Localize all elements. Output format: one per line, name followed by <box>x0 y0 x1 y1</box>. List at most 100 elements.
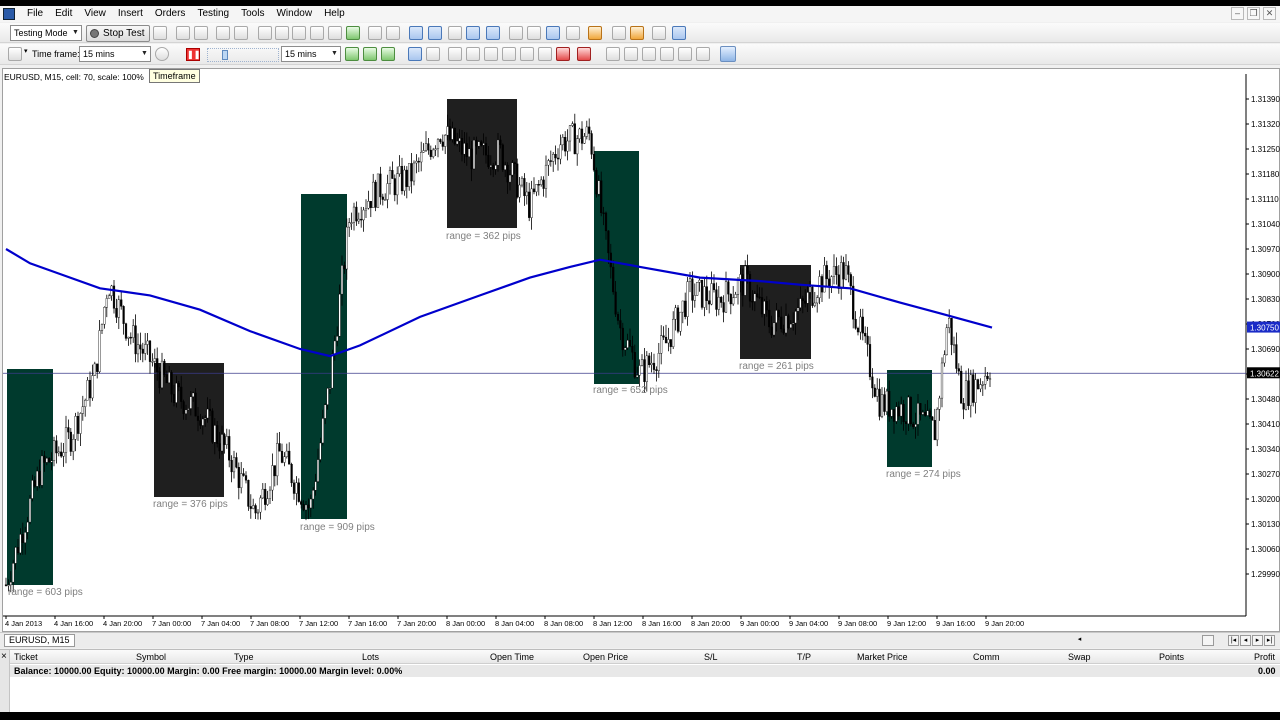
price-label: 1.31390 <box>1251 95 1280 104</box>
candle-body <box>840 262 843 289</box>
chart-tab-eurusd[interactable]: EURUSD, M15 <box>4 634 75 647</box>
candle-body <box>405 169 408 187</box>
candle-body <box>16 547 20 554</box>
candle-body <box>566 140 569 152</box>
col-tp[interactable]: T/P <box>797 652 811 662</box>
candle-body <box>564 137 567 152</box>
candle-body <box>912 423 915 428</box>
candle-body <box>864 332 867 337</box>
col-market-price[interactable]: Market Price <box>857 652 908 662</box>
candle-body <box>273 465 276 477</box>
candle-body <box>79 413 82 434</box>
candle-body <box>969 374 972 406</box>
candle-body <box>175 382 178 403</box>
close-icon[interactable]: × <box>1 652 7 662</box>
candle-body <box>408 163 411 187</box>
candle-body <box>950 317 953 345</box>
balance-row[interactable]: Balance: 10000.00 Equity: 10000.00 Margi… <box>10 665 1280 677</box>
price-label: 1.30900 <box>1251 270 1280 279</box>
col-swap[interactable]: Swap <box>1068 652 1091 662</box>
col-symbol[interactable]: Symbol <box>136 652 166 662</box>
scroll-box[interactable] <box>1202 635 1214 646</box>
candle-body <box>900 403 903 417</box>
candle-body <box>256 511 260 514</box>
candle-body <box>355 206 358 222</box>
time-label: 4 Jan 2013 <box>5 619 42 628</box>
candle-body <box>328 387 332 390</box>
candle-body <box>907 396 910 425</box>
candle-body <box>314 481 317 491</box>
candle-body <box>264 488 267 505</box>
candle-body <box>208 408 212 412</box>
candle-body <box>307 504 310 509</box>
candle-body <box>578 128 581 139</box>
price-label: 1.31250 <box>1251 145 1280 154</box>
candle-body <box>26 521 29 533</box>
candle-body <box>381 196 384 200</box>
col-open-time[interactable]: Open Time <box>490 652 534 662</box>
chart-info-label: EURUSD, M15, cell: 70, scale: 100% <box>4 72 144 82</box>
candle-body <box>268 489 272 499</box>
col-comm[interactable]: Comm <box>973 652 1000 662</box>
range-box-2 <box>154 363 224 497</box>
candle-body <box>902 403 905 422</box>
candle-body <box>895 406 898 422</box>
candle-body <box>206 408 209 419</box>
candle-body <box>67 427 70 433</box>
candle-body <box>660 335 663 354</box>
candle-body <box>338 293 341 337</box>
candle-body <box>734 294 737 299</box>
col-sl[interactable]: S/L <box>704 652 718 662</box>
scroll-left-icon[interactable]: ◂ <box>1074 635 1085 646</box>
candle-body <box>936 409 939 441</box>
candle-body <box>974 379 977 403</box>
candle-body <box>626 339 629 348</box>
next-tab-icon[interactable]: ▸ <box>1252 635 1263 646</box>
col-ticket[interactable]: Ticket <box>14 652 38 662</box>
candle-body <box>122 306 125 324</box>
candle-body <box>919 403 922 415</box>
candle-body <box>350 222 353 224</box>
price-chart[interactable]: range = 603 pips range = 376 pips range = … <box>0 6 1280 632</box>
candle-body <box>302 504 305 511</box>
candle-body <box>748 273 752 302</box>
candle-body <box>588 126 591 134</box>
candle-body <box>225 436 228 445</box>
candle-body <box>348 222 351 228</box>
candle-body <box>504 164 507 170</box>
candle-body <box>237 467 240 488</box>
candle-body <box>619 320 622 329</box>
col-open-price[interactable]: Open Price <box>583 652 628 662</box>
bid-price-badge-text: 1.30622 <box>1250 369 1279 378</box>
prev-tab-icon[interactable]: ◂ <box>1240 635 1251 646</box>
candle-body <box>136 344 140 355</box>
time-label: 8 Jan 04:00 <box>495 619 534 628</box>
candle-body <box>60 451 63 457</box>
candle-body <box>218 443 221 452</box>
candle-body <box>940 362 944 399</box>
candle-body <box>463 143 466 155</box>
candle-body <box>319 442 322 460</box>
price-label: 1.30480 <box>1251 395 1280 404</box>
col-points[interactable]: Points <box>1159 652 1184 662</box>
candle-body <box>211 410 214 443</box>
first-tab-icon[interactable]: |◂ <box>1228 635 1239 646</box>
candle-body <box>878 388 881 417</box>
candle-body <box>888 390 891 417</box>
time-label: 9 Jan 20:00 <box>985 619 1024 628</box>
candle-body <box>364 208 368 211</box>
candle-body <box>576 138 579 155</box>
candle-body <box>108 295 111 299</box>
col-lots[interactable]: Lots <box>362 652 379 662</box>
candle-body <box>741 274 744 296</box>
candle-body <box>506 164 509 183</box>
candle-body <box>832 266 836 277</box>
last-tab-icon[interactable]: ▸| <box>1264 635 1275 646</box>
candle-body <box>861 316 864 334</box>
candle-body <box>571 123 574 126</box>
price-label: 1.31180 <box>1251 170 1280 179</box>
col-profit[interactable]: Profit <box>1254 652 1275 662</box>
col-type[interactable]: Type <box>234 652 254 662</box>
candle-body <box>331 353 334 389</box>
candle-body <box>321 418 324 444</box>
